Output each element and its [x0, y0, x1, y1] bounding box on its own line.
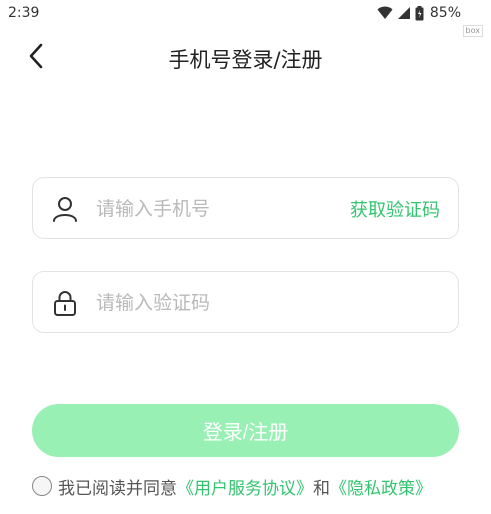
verification-code-input[interactable]	[96, 286, 436, 320]
phone-field-container: 获取验证码	[32, 177, 459, 239]
login-register-button[interactable]: 登录/注册	[32, 404, 459, 457]
page-title: 手机号登录/注册	[168, 48, 323, 72]
agreement-row: 我已阅读并同意 《用户服务协议》 和 《隐私政策》	[32, 474, 432, 499]
status-time: 2:39	[8, 5, 40, 21]
battery-icon	[415, 5, 424, 21]
nav-bar: 手机号登录/注册	[0, 36, 491, 80]
user-icon	[51, 195, 79, 223]
get-code-button[interactable]: 获取验证码	[350, 196, 440, 222]
user-agreement-link[interactable]: 《用户服务协议》	[177, 474, 313, 499]
agreement-checkbox[interactable]	[32, 476, 52, 496]
agreement-and: 和	[313, 478, 330, 499]
status-icons: 85%	[377, 4, 461, 22]
status-bar: 2:39 85% box	[0, 0, 491, 37]
lock-icon	[51, 289, 79, 317]
signal-icon	[397, 6, 411, 20]
code-field-container	[32, 271, 459, 333]
agreement-prefix: 我已阅读并同意	[58, 478, 177, 499]
battery-percent: 85%	[429, 5, 461, 21]
privacy-policy-link[interactable]: 《隐私政策》	[330, 474, 432, 499]
phone-input[interactable]	[96, 192, 336, 226]
wifi-icon	[377, 6, 393, 20]
